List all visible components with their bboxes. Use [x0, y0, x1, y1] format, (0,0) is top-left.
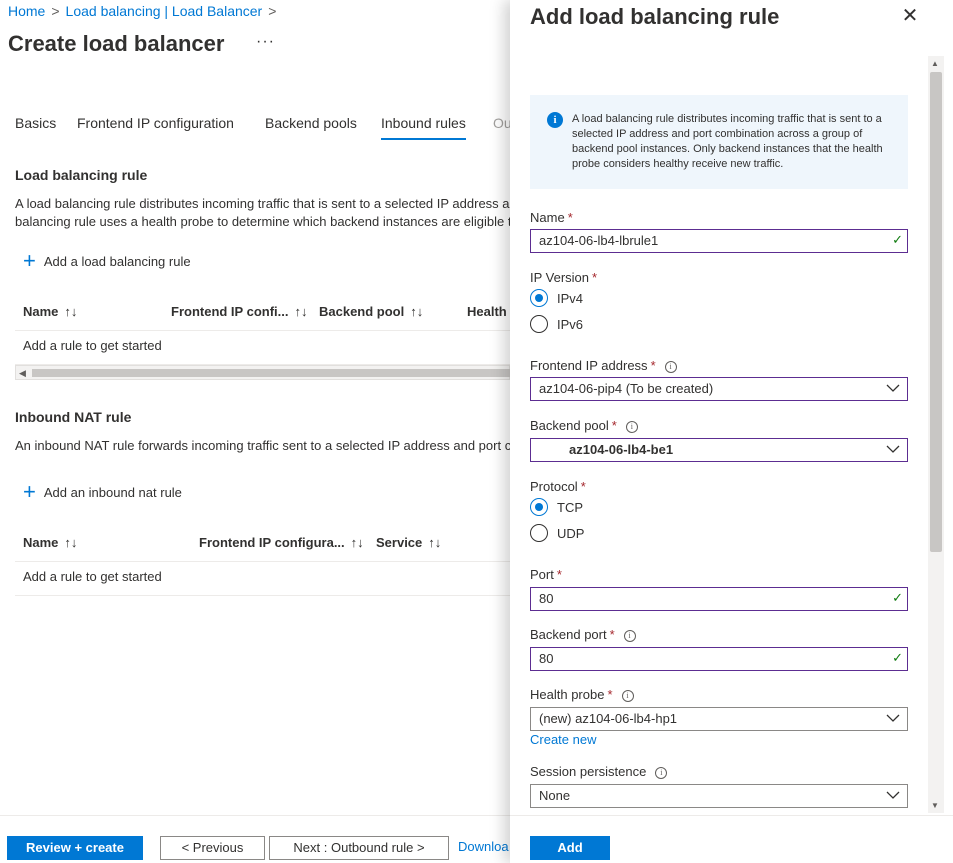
- checkmark-icon: ✓: [892, 590, 903, 605]
- add-nat-rule-label: Add an inbound nat rule: [43, 484, 182, 500]
- chevron-right-icon: >: [268, 3, 277, 19]
- table-row: Add a rule to get started: [15, 331, 510, 365]
- page-title: Create load balancer: [8, 31, 225, 56]
- chevron-down-icon: [886, 714, 900, 722]
- checkmark-icon: ✓: [892, 650, 903, 665]
- next-button[interactable]: Next : Outbound rule >: [269, 836, 449, 860]
- chevron-down-icon: [886, 791, 900, 799]
- column-backend-pool[interactable]: Backend pool ↑↓: [319, 304, 423, 319]
- column-frontend-ip[interactable]: Frontend IP configura... ↑↓: [199, 535, 364, 550]
- nat-rule-title: Inbound NAT rule: [15, 409, 132, 425]
- panel-title: Add load balancing rule: [530, 4, 780, 29]
- scrollbar-thumb[interactable]: [930, 72, 942, 552]
- port-label: Port *: [530, 567, 562, 582]
- previous-button[interactable]: < Previous: [160, 836, 265, 860]
- vertical-scrollbar[interactable]: ▲ ▼: [928, 56, 944, 813]
- column-name[interactable]: Name ↑↓: [23, 304, 77, 319]
- scroll-left-icon[interactable]: ◀: [19, 368, 26, 379]
- backend-pool-label: Backend pool * i: [530, 418, 638, 433]
- radio-icon: [530, 315, 548, 333]
- tab-outbound-rules[interactable]: Ou: [493, 115, 512, 131]
- lb-rule-table-header: Name ↑↓ Frontend IP confi... ↑↓ Backend po…: [15, 295, 510, 331]
- add-lb-rule-panel: Add load balancing rule ✕ ▲ ▼ i A load b…: [510, 0, 953, 863]
- breadcrumb: Home > Load balancing | Load Balancer >: [8, 3, 282, 19]
- info-icon[interactable]: i: [655, 767, 668, 779]
- add-nat-rule-button[interactable]: + Add an inbound nat rule: [23, 479, 182, 504]
- nat-rule-table-header: Name ↑↓ Frontend IP configura... ↑↓ Servic…: [15, 526, 510, 562]
- radio-tcp[interactable]: TCP: [530, 498, 583, 516]
- more-options-button[interactable]: ···: [256, 33, 275, 51]
- frontend-ip-label: Frontend IP address * i: [530, 358, 677, 373]
- backend-pool-dropdown[interactable]: az104-06-lb4-be1: [530, 438, 908, 462]
- horizontal-scrollbar[interactable]: ◀: [15, 365, 511, 380]
- sort-icon: ↑↓: [294, 304, 308, 319]
- nat-rule-desc: An inbound NAT rule forwards incoming tr…: [15, 438, 512, 453]
- plus-icon: +: [23, 479, 36, 504]
- chevron-down-icon: [886, 384, 900, 392]
- frontend-ip-dropdown[interactable]: az104-06-pip4 (To be created): [530, 377, 908, 401]
- scroll-down-icon[interactable]: ▼: [931, 801, 939, 810]
- radio-ipv4[interactable]: IPv4: [530, 289, 583, 307]
- scroll-up-icon[interactable]: ▲: [931, 59, 939, 68]
- create-new-link[interactable]: Create new: [530, 732, 596, 747]
- add-lb-rule-button[interactable]: + Add a load balancing rule: [23, 248, 191, 273]
- radio-ipv6[interactable]: IPv6: [530, 315, 583, 333]
- tab-basics[interactable]: Basics: [15, 115, 56, 131]
- lb-rule-title: Load balancing rule: [15, 167, 148, 183]
- add-button[interactable]: Add: [530, 836, 610, 860]
- health-probe-dropdown[interactable]: (new) az104-06-lb4-hp1: [530, 707, 908, 731]
- column-frontend-ip[interactable]: Frontend IP confi... ↑↓: [171, 304, 307, 319]
- sort-icon: ↑↓: [64, 304, 78, 319]
- info-icon[interactable]: i: [625, 421, 638, 433]
- scrollbar-thumb[interactable]: [32, 369, 511, 377]
- close-icon[interactable]: ✕: [900, 6, 920, 26]
- tab-frontend-ip[interactable]: Frontend IP configuration: [77, 115, 234, 131]
- radio-udp[interactable]: UDP: [530, 524, 584, 542]
- protocol-label: Protocol *: [530, 479, 586, 494]
- add-lb-rule-label: Add a load balancing rule: [43, 253, 191, 269]
- column-service[interactable]: Service ↑↓: [376, 535, 441, 550]
- info-icon: i: [547, 112, 563, 128]
- breadcrumb-home[interactable]: Home: [8, 3, 45, 19]
- lb-rule-desc-line2: balancing rule uses a health probe to de…: [15, 214, 512, 229]
- session-persistence-label: Session persistence i: [530, 764, 668, 779]
- name-label: Name *: [530, 210, 573, 225]
- sort-icon: ↑↓: [410, 304, 424, 319]
- chevron-down-icon: [886, 445, 900, 453]
- chevron-right-icon: >: [51, 3, 60, 19]
- tab-backend-pools[interactable]: Backend pools: [265, 115, 357, 131]
- sort-icon: ↑↓: [64, 535, 78, 550]
- name-input[interactable]: az104-06-lb4-lbrule1 ✓: [530, 229, 908, 253]
- health-probe-label: Health probe * i: [530, 687, 634, 702]
- sort-icon: ↑↓: [350, 535, 364, 550]
- radio-icon: [530, 498, 548, 516]
- table-row: Add a rule to get started: [15, 562, 510, 596]
- info-box: i A load balancing rule distributes inco…: [530, 95, 908, 189]
- checkmark-icon: ✓: [892, 232, 903, 247]
- plus-icon: +: [23, 248, 36, 273]
- session-persistence-dropdown[interactable]: None: [530, 784, 908, 808]
- tab-inbound-rules[interactable]: Inbound rules: [381, 115, 466, 140]
- breadcrumb-load-balancing[interactable]: Load balancing | Load Balancer: [66, 3, 263, 19]
- backend-port-label: Backend port * i: [530, 627, 636, 642]
- download-template-link[interactable]: Downloa: [458, 836, 510, 860]
- lb-rule-desc-line1: A load balancing rule distributes incomi…: [15, 196, 515, 211]
- column-health[interactable]: Health: [467, 304, 507, 319]
- radio-icon: [530, 524, 548, 542]
- info-text: A load balancing rule distributes incomi…: [572, 113, 883, 170]
- radio-icon: [530, 289, 548, 307]
- sort-icon: ↑↓: [428, 535, 442, 550]
- info-icon[interactable]: i: [623, 630, 636, 642]
- port-input[interactable]: 80 ✓: [530, 587, 908, 611]
- info-icon[interactable]: i: [664, 361, 677, 373]
- backend-port-input[interactable]: 80 ✓: [530, 647, 908, 671]
- info-icon[interactable]: i: [621, 690, 634, 702]
- column-name[interactable]: Name ↑↓: [23, 535, 77, 550]
- panel-footer: Add: [510, 815, 953, 863]
- review-create-button[interactable]: Review + create: [7, 836, 143, 860]
- ip-version-label: IP Version *: [530, 270, 598, 285]
